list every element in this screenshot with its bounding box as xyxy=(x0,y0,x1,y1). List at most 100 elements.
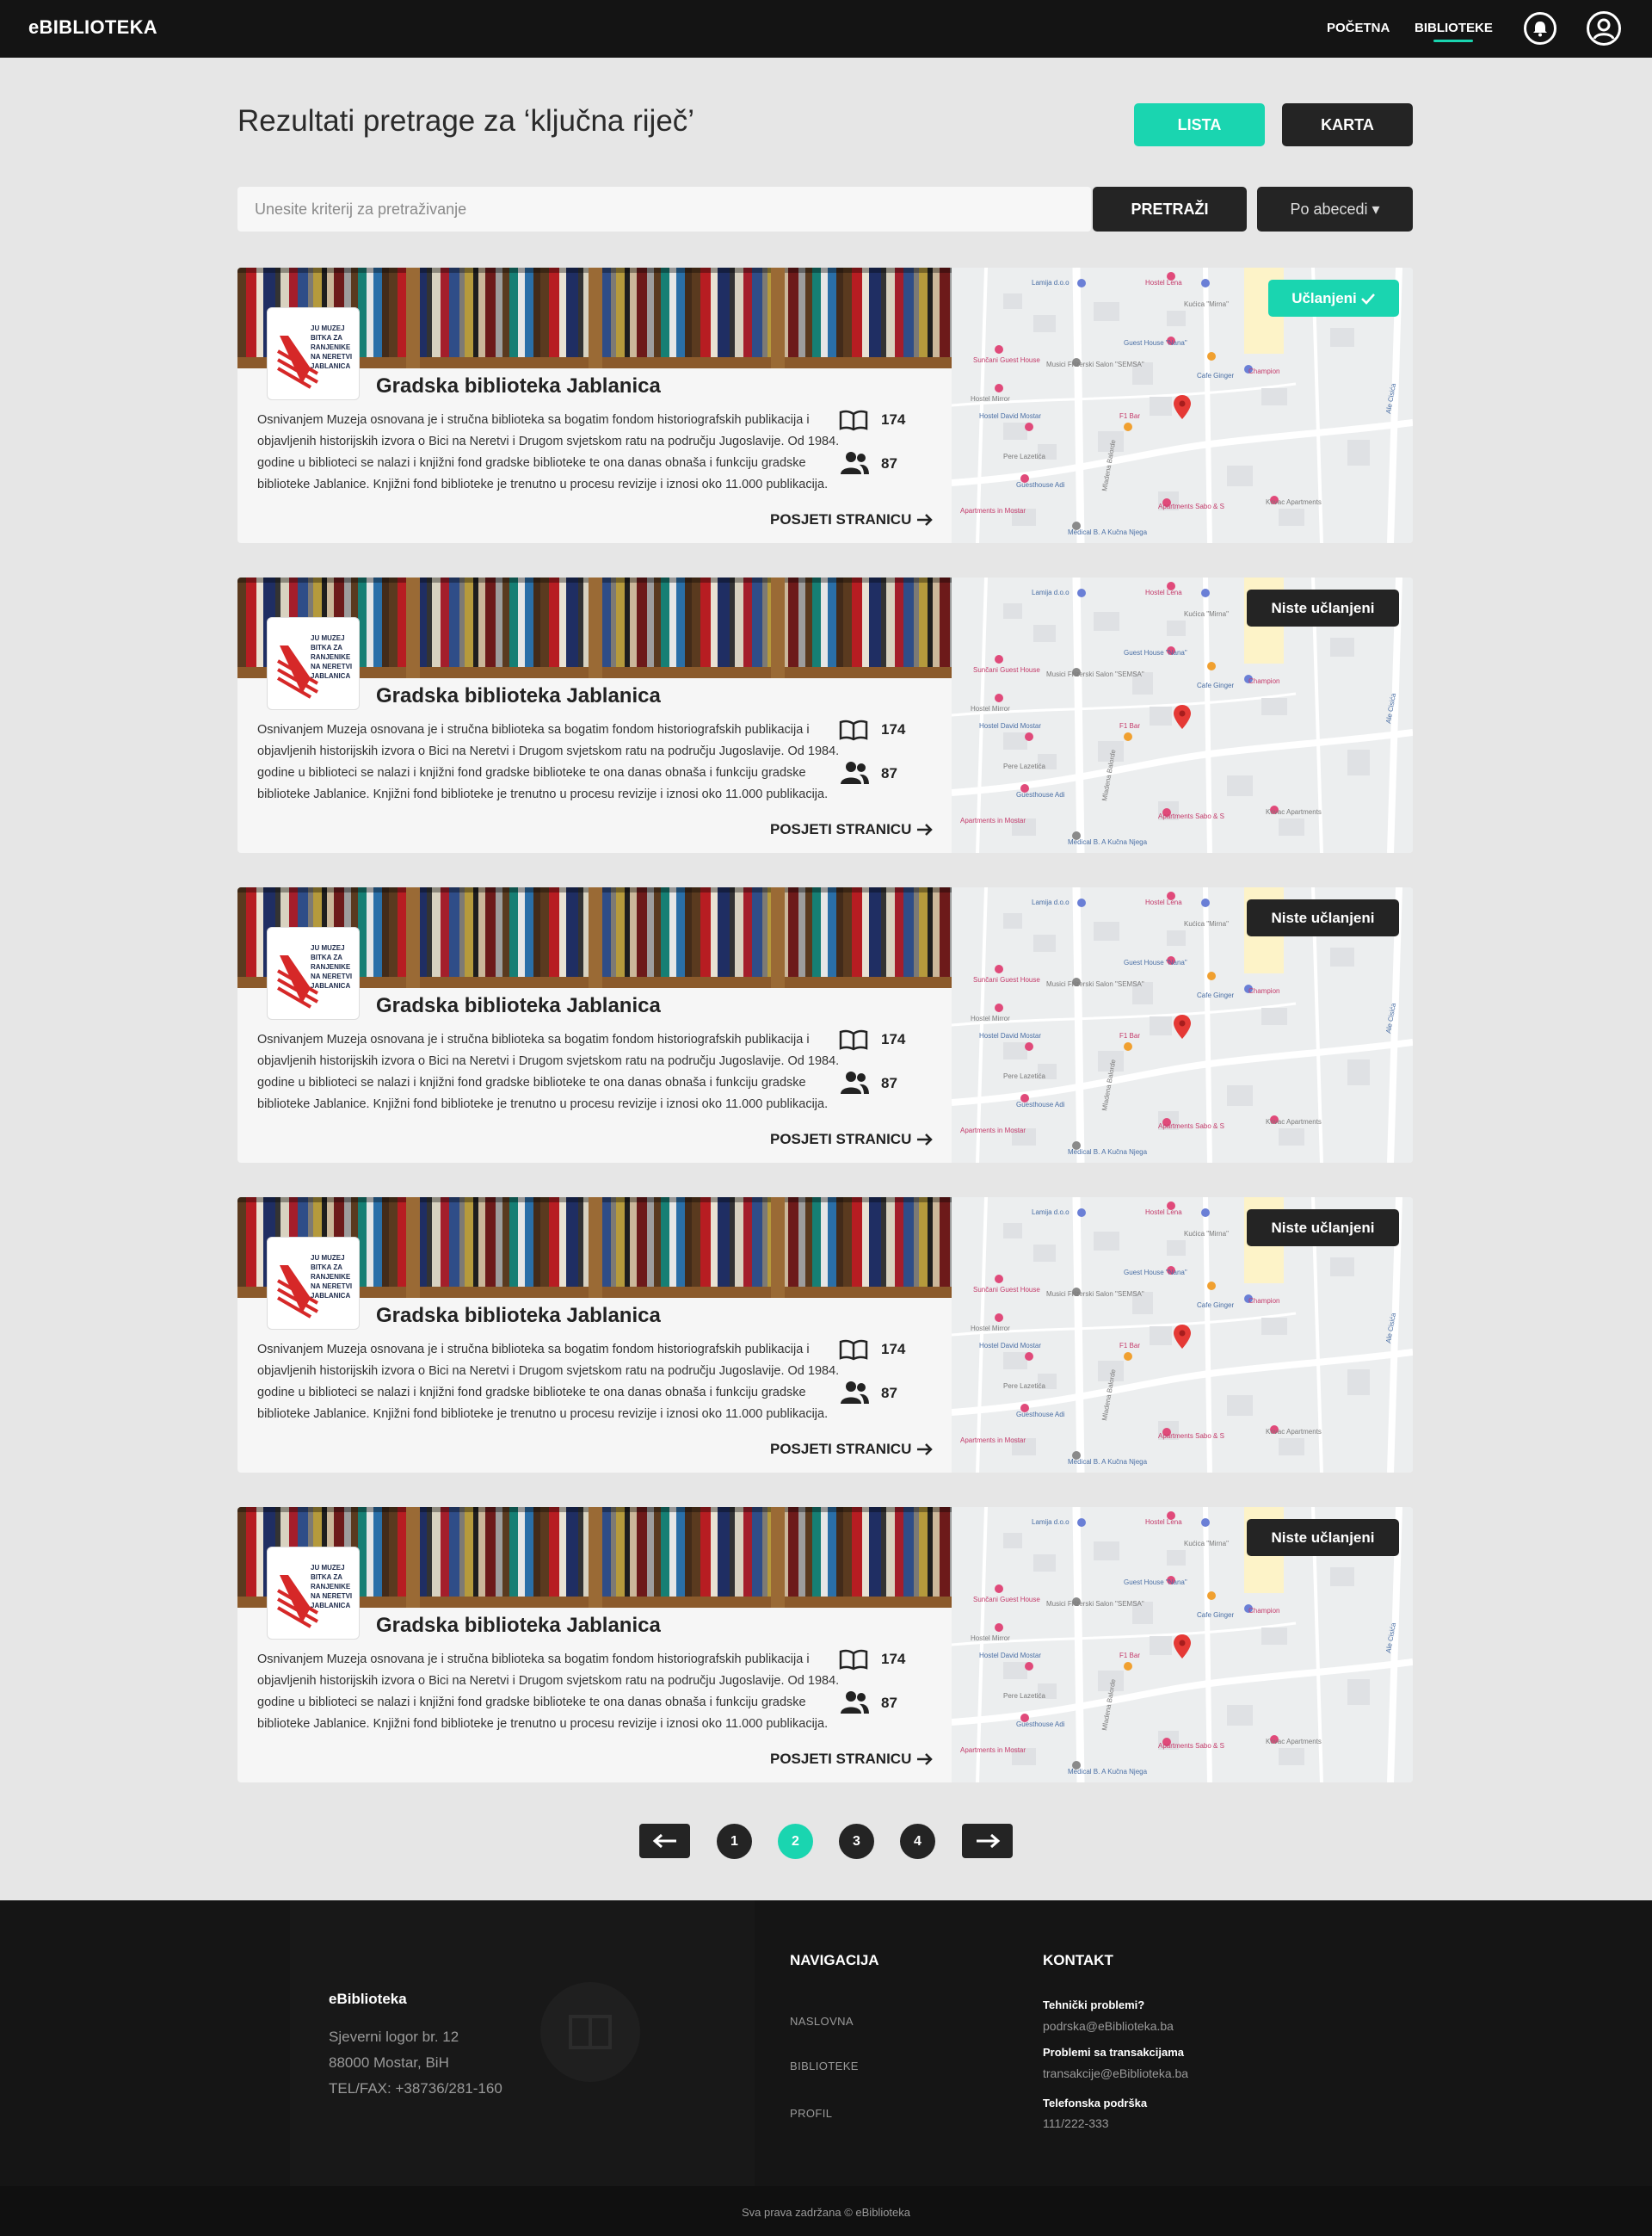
arrow-right-icon xyxy=(917,514,934,526)
map-place-label: Apartments in Mostar xyxy=(960,1436,1026,1444)
contact-email-transactions[interactable]: transakcije@eBiblioteka.ba xyxy=(1043,2066,1188,2080)
map-place-label: Kućica "Mirna" xyxy=(1184,610,1229,618)
map-place-label: Medical B. A Kučna Njega xyxy=(1068,1458,1148,1466)
map-place-label: Lamija d.o.o xyxy=(1032,1518,1069,1526)
contact-phone[interactable]: 111/222-333 xyxy=(1043,2116,1109,2130)
active-nav-indicator xyxy=(1433,40,1473,42)
library-description: Osnivanjem Muzeja osnovana je i stručna … xyxy=(257,1652,840,1731)
svg-text:JABLANICA: JABLANICA xyxy=(311,1292,350,1300)
map-place-label: Guesthouse Adi xyxy=(1016,1101,1065,1109)
users-icon xyxy=(841,1381,869,1404)
library-logo: JU MUZEJ BITKA ZA RANJENIKE NA NERETVI J… xyxy=(267,617,360,710)
pagination-prev-button[interactable] xyxy=(639,1824,690,1858)
map-place-label: Musici Frizerski Salon "SEMSA" xyxy=(1046,670,1144,678)
membership-status-button[interactable]: Učlanjeni xyxy=(1268,280,1399,317)
library-description: Osnivanjem Muzeja osnovana je i stručna … xyxy=(257,723,840,801)
nav-link-home[interactable]: POČETNA xyxy=(1327,21,1390,35)
map-place-label: Apartments in Mostar xyxy=(960,817,1026,825)
map-place-label: Hostel Mirror xyxy=(971,1325,1010,1332)
map-place-label: Medical B. A Kučna Njega xyxy=(1068,838,1148,846)
search-button[interactable]: PRETRAŽI xyxy=(1093,187,1247,232)
map-place-label: Champion xyxy=(1248,1607,1279,1615)
arrow-right-icon xyxy=(976,1833,1000,1849)
map-place-label: Cafe Ginger xyxy=(1197,1301,1234,1309)
map-place-label: Hostel Lena xyxy=(1145,589,1182,596)
footer-address-line: Sjeverni logor br. 12 xyxy=(329,2029,459,2045)
map-place-label: Hostel Mirror xyxy=(971,705,1010,713)
nav-link-libraries[interactable]: BIBLIOTEKE xyxy=(1415,21,1493,35)
membership-status-button[interactable]: Niste učlanjeni xyxy=(1247,899,1399,936)
svg-text:JU MUZEJ: JU MUZEJ xyxy=(311,1254,345,1262)
visit-page-link[interactable]: POSJETI STRANICU xyxy=(770,821,934,838)
map-place-label: Guest House "Nana" xyxy=(1124,649,1187,657)
library-member-count: 87 xyxy=(881,1385,897,1401)
contact-email-support[interactable]: podrska@eBiblioteka.ba xyxy=(1043,2019,1174,2033)
library-name[interactable]: Gradska biblioteka Jablanica xyxy=(376,374,661,398)
map-place-label: Champion xyxy=(1248,368,1279,375)
pagination-page-1[interactable]: 1 xyxy=(717,1824,752,1859)
library-book-count: 174 xyxy=(881,1031,906,1047)
library-name[interactable]: Gradska biblioteka Jablanica xyxy=(376,1304,661,1328)
map-place-label: Lamija d.o.o xyxy=(1032,899,1069,906)
membership-status-button[interactable]: Niste učlanjeni xyxy=(1247,1519,1399,1556)
pagination-next-button[interactable] xyxy=(962,1824,1013,1858)
library-name[interactable]: Gradska biblioteka Jablanica xyxy=(376,1614,661,1638)
footer-link-profile[interactable]: PROFIL xyxy=(790,2107,832,2120)
map-place-label: Kućica "Mirna" xyxy=(1184,1540,1229,1547)
membership-status-label: Učlanjeni xyxy=(1291,289,1357,306)
library-logo: JU MUZEJ BITKA ZA RANJENIKE NA NERETVI J… xyxy=(267,1547,360,1640)
membership-status-button[interactable]: Niste učlanjeni xyxy=(1247,590,1399,627)
library-card: JU MUZEJ BITKA ZA RANJENIKE NA NERETVI J… xyxy=(237,578,1413,853)
map-place-label: Cafe Ginger xyxy=(1197,991,1234,999)
sort-dropdown[interactable]: Po abecedi ▾ xyxy=(1257,187,1413,232)
bell-icon[interactable] xyxy=(1524,12,1556,45)
pagination-page-2[interactable]: 2 xyxy=(778,1824,813,1859)
map-place-label: Kovac Apartments xyxy=(1266,1428,1322,1436)
pagination-page-3[interactable]: 3 xyxy=(839,1824,874,1859)
list-view-button[interactable]: LISTA xyxy=(1134,103,1265,146)
svg-text:BITKA ZA: BITKA ZA xyxy=(311,334,342,342)
map-place-label: Pere Lazetića xyxy=(1003,1692,1045,1700)
map-place-label: Cafe Ginger xyxy=(1197,372,1234,380)
visit-page-label: POSJETI STRANICU xyxy=(770,1751,912,1767)
library-member-count: 87 xyxy=(881,765,897,781)
book-icon xyxy=(839,1339,868,1361)
membership-status-label: Niste učlanjeni xyxy=(1271,1219,1375,1236)
map-place-label: Medical B. A Kučna Njega xyxy=(1068,1148,1148,1156)
map-place-label: Apartments in Mostar xyxy=(960,1127,1026,1134)
visit-page-label: POSJETI STRANICU xyxy=(770,511,912,528)
map-view-button[interactable]: KARTA xyxy=(1282,103,1413,146)
svg-text:JU MUZEJ: JU MUZEJ xyxy=(311,634,345,642)
library-description: Osnivanjem Muzeja osnovana je i stručna … xyxy=(257,1343,840,1421)
map-place-label: Apartments in Mostar xyxy=(960,507,1026,515)
map-place-label: Hostel David Mostar xyxy=(979,722,1041,730)
library-member-count: 87 xyxy=(881,1695,897,1711)
search-input[interactable] xyxy=(237,187,1091,232)
map-place-label: Hostel Mirror xyxy=(971,1015,1010,1022)
footer-link-home[interactable]: NASLOVNA xyxy=(790,2015,854,2028)
visit-page-link[interactable]: POSJETI STRANICU xyxy=(770,1751,934,1768)
visit-page-link[interactable]: POSJETI STRANICU xyxy=(770,1441,934,1458)
user-profile-icon[interactable] xyxy=(1587,11,1621,46)
map-place-label: Guesthouse Adi xyxy=(1016,791,1065,799)
svg-text:RANJENIKE: RANJENIKE xyxy=(311,1583,351,1591)
map-place-label: Musici Frizerski Salon "SEMSA" xyxy=(1046,1290,1144,1298)
museum-logo-icon: JU MUZEJ BITKA ZA RANJENIKE NA NERETVI J… xyxy=(276,317,352,392)
map-place-label: Guesthouse Adi xyxy=(1016,481,1065,489)
svg-text:BITKA ZA: BITKA ZA xyxy=(311,644,342,652)
brand-logo[interactable]: eBIBLIOTEKA xyxy=(28,16,157,39)
page-title: Rezultati pretrage za ‘ključna riječ’ xyxy=(237,104,695,138)
footer-link-libraries[interactable]: BIBLIOTEKE xyxy=(790,2060,859,2072)
footer-book-emblem-icon xyxy=(540,1982,640,2082)
map-place-label: Apartments Sabo & S xyxy=(1158,503,1224,510)
map-place-label: Hostel Mirror xyxy=(971,1634,1010,1642)
pagination-page-4[interactable]: 4 xyxy=(900,1824,935,1859)
visit-page-link[interactable]: POSJETI STRANICU xyxy=(770,1131,934,1148)
footer xyxy=(0,1900,1652,2186)
library-name[interactable]: Gradska biblioteka Jablanica xyxy=(376,684,661,708)
map-place-label: Hostel Lena xyxy=(1145,1518,1182,1526)
visit-page-link[interactable]: POSJETI STRANICU xyxy=(770,511,934,528)
footer-phone: TEL/FAX: +38736/281-160 xyxy=(329,2080,502,2097)
library-name[interactable]: Gradska biblioteka Jablanica xyxy=(376,994,661,1018)
membership-status-button[interactable]: Niste učlanjeni xyxy=(1247,1209,1399,1246)
